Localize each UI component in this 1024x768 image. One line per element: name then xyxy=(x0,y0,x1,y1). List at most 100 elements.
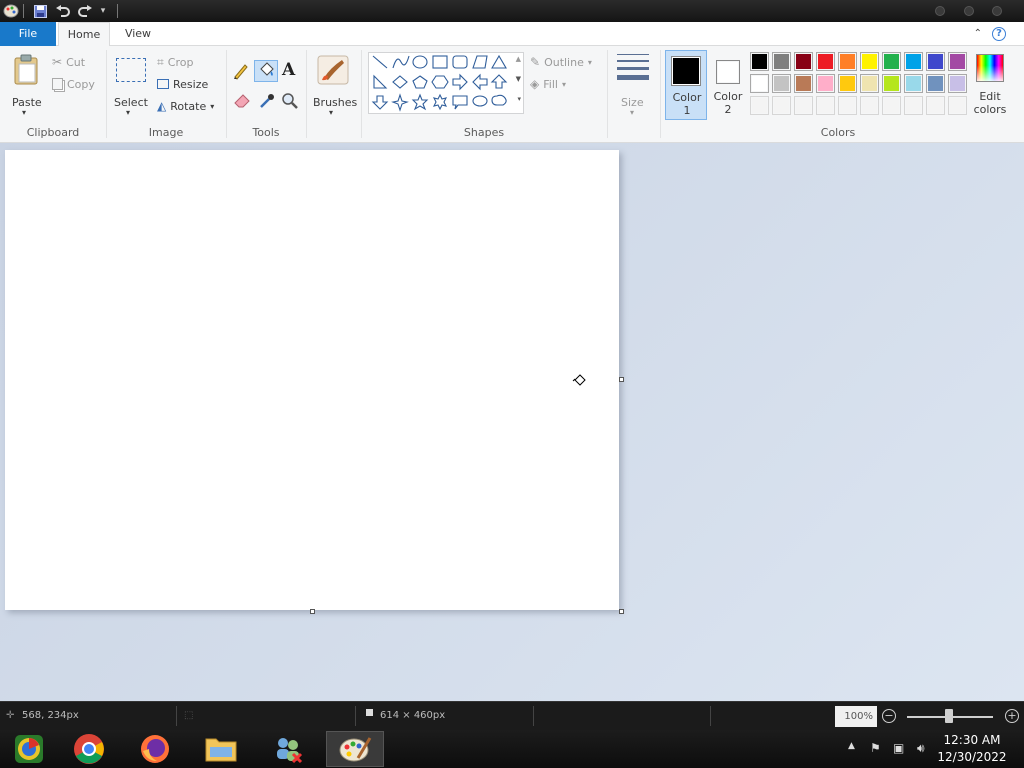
minimize-button[interactable] xyxy=(935,6,945,16)
palette-color-swatch[interactable] xyxy=(926,74,945,93)
size-dropdown-icon[interactable]: ▾ xyxy=(630,108,634,117)
network-status-icon[interactable]: ▣ xyxy=(893,741,904,755)
custom-color-slot[interactable] xyxy=(948,96,967,115)
zoom-level: 100% xyxy=(835,706,877,727)
color1-button[interactable]: Color 1 xyxy=(665,50,707,120)
palette-color-swatch[interactable] xyxy=(948,52,967,71)
zoom-out-button[interactable]: − xyxy=(882,709,896,723)
show-hidden-icons-icon[interactable]: ▲ xyxy=(848,741,855,751)
curve-shape-icon xyxy=(392,55,410,69)
tab-file[interactable]: File xyxy=(0,22,56,46)
palette-color-swatch[interactable] xyxy=(904,74,923,93)
palette-color-swatch[interactable] xyxy=(794,74,813,93)
magnifier-tool[interactable] xyxy=(281,92,301,112)
paste-label: Paste xyxy=(12,96,42,109)
close-button[interactable] xyxy=(992,6,1002,16)
zoom-in-button[interactable]: + xyxy=(1005,709,1019,723)
color-picker-tool[interactable] xyxy=(258,92,278,112)
taskbar-network-app[interactable] xyxy=(259,731,317,767)
taskbar-file-explorer[interactable] xyxy=(192,731,250,767)
brushes-button[interactable]: Brushes ▾ xyxy=(311,52,357,118)
help-icon[interactable]: ? xyxy=(992,27,1006,41)
shapes-more-icon[interactable]: ▾ xyxy=(517,95,521,103)
paste-dropdown-icon[interactable]: ▾ xyxy=(22,108,26,117)
palette-color-swatch[interactable] xyxy=(772,52,791,71)
start-button[interactable] xyxy=(0,731,58,767)
custom-color-slot[interactable] xyxy=(926,96,945,115)
pencil-tool[interactable] xyxy=(232,62,252,82)
select-button[interactable]: Select ▾ xyxy=(112,52,150,118)
brushes-dropdown-icon[interactable]: ▾ xyxy=(329,108,333,117)
custom-color-slot[interactable] xyxy=(816,96,835,115)
canvas-resize-handle-corner[interactable] xyxy=(619,609,624,614)
volume-icon[interactable]: 🔊︎ xyxy=(917,741,925,756)
colors-group-label: Colors xyxy=(820,126,856,139)
palette-color-swatch[interactable] xyxy=(750,52,769,71)
copy-button[interactable]: Copy xyxy=(52,74,95,94)
shapes-scroll-down-icon[interactable]: ▼ xyxy=(516,75,521,83)
palette-color-swatch[interactable] xyxy=(948,74,967,93)
zoom-slider-thumb[interactable] xyxy=(945,709,953,723)
select-dropdown-icon[interactable]: ▾ xyxy=(126,108,130,117)
fill-dropdown-icon[interactable]: ▾ xyxy=(562,80,566,89)
pentagon-shape-icon xyxy=(412,75,428,89)
cut-button[interactable]: ✂ Cut xyxy=(52,52,85,72)
eraser-tool[interactable] xyxy=(233,92,253,112)
canvas-workspace[interactable] xyxy=(0,143,1024,701)
save-icon[interactable] xyxy=(32,2,48,20)
palette-color-swatch[interactable] xyxy=(816,74,835,93)
crop-button[interactable]: ⌗ Crop xyxy=(157,52,193,72)
custom-color-slot[interactable] xyxy=(860,96,879,115)
undo-icon[interactable] xyxy=(55,2,71,20)
drawing-canvas[interactable] xyxy=(5,150,619,610)
tab-view[interactable]: View xyxy=(114,22,162,46)
scissors-icon: ✂ xyxy=(52,55,63,69)
palette-color-swatch[interactable] xyxy=(794,52,813,71)
custom-color-slot[interactable] xyxy=(772,96,791,115)
customize-quick-access-icon[interactable]: ▾ xyxy=(98,2,108,20)
palette-color-swatch[interactable] xyxy=(882,74,901,93)
custom-color-slot[interactable] xyxy=(794,96,813,115)
taskbar-chrome[interactable] xyxy=(60,731,118,767)
palette-color-swatch[interactable] xyxy=(772,74,791,93)
rotate-dropdown-icon[interactable]: ▾ xyxy=(210,102,214,111)
palette-color-swatch[interactable] xyxy=(904,52,923,71)
edit-colors-button[interactable]: Edit colors xyxy=(972,52,1008,122)
shapes-scroll-up-icon[interactable]: ▲ xyxy=(516,55,521,63)
outline-button[interactable]: ✎ Outline ▾ xyxy=(530,52,592,72)
redo-icon[interactable] xyxy=(77,2,93,20)
rotate-button[interactable]: ◭ Rotate ▾ xyxy=(157,96,214,116)
minimize-ribbon-icon[interactable]: ⌃ xyxy=(974,28,982,39)
maximize-button[interactable] xyxy=(964,6,974,16)
custom-color-slot[interactable] xyxy=(882,96,901,115)
palette-color-swatch[interactable] xyxy=(816,52,835,71)
canvas-resize-handle-bottom[interactable] xyxy=(310,609,315,614)
size-button[interactable]: Size ▾ xyxy=(612,52,654,118)
action-center-flag-icon[interactable]: ⚑ xyxy=(870,741,881,755)
custom-color-slot[interactable] xyxy=(750,96,769,115)
palette-color-swatch[interactable] xyxy=(838,74,857,93)
palette-color-swatch[interactable] xyxy=(860,74,879,93)
palette-color-swatch[interactable] xyxy=(860,52,879,71)
custom-color-slot[interactable] xyxy=(904,96,923,115)
tab-home[interactable]: Home xyxy=(58,22,110,47)
text-tool[interactable]: A xyxy=(282,60,300,82)
resize-button[interactable]: Resize xyxy=(157,74,208,94)
fill-button[interactable]: ◈ Fill ▾ xyxy=(530,74,566,94)
separator xyxy=(23,4,24,18)
taskbar-paint[interactable] xyxy=(326,731,384,767)
palette-color-swatch[interactable] xyxy=(882,52,901,71)
canvas-resize-handle-right[interactable] xyxy=(619,377,624,382)
paint-app-icon[interactable] xyxy=(2,2,20,20)
taskbar-firefox[interactable] xyxy=(126,731,184,767)
palette-color-swatch[interactable] xyxy=(750,74,769,93)
system-clock[interactable]: 12:30 AM 12/30/2022 xyxy=(932,732,1012,766)
color2-button[interactable]: Color 2 xyxy=(709,50,747,120)
outline-dropdown-icon[interactable]: ▾ xyxy=(588,58,592,67)
palette-color-swatch[interactable] xyxy=(838,52,857,71)
fill-tool[interactable] xyxy=(254,60,278,82)
palette-color-swatch[interactable] xyxy=(926,52,945,71)
paste-button[interactable]: Paste ▾ xyxy=(8,52,46,118)
shapes-gallery[interactable]: ▲ ▼ ▾ xyxy=(368,52,524,114)
custom-color-slot[interactable] xyxy=(838,96,857,115)
